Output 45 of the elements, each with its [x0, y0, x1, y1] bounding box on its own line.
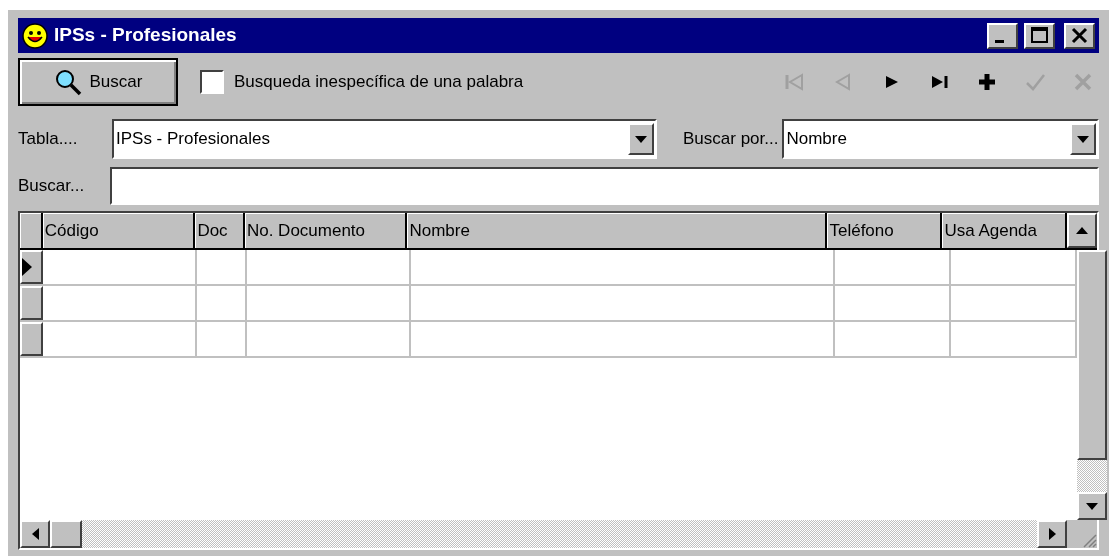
smiley-icon — [22, 22, 48, 49]
scroll-right-button[interactable] — [1037, 520, 1067, 548]
maximize-icon — [1029, 25, 1050, 46]
search-button[interactable]: Buscar — [18, 58, 178, 106]
checkbox-label: Busqueda inespecífica de una palabra — [234, 71, 525, 94]
dropdown-button[interactable] — [628, 123, 654, 155]
dropdown-button[interactable] — [1070, 123, 1096, 155]
field-label: Tabla.... — [18, 128, 79, 151]
right-arrow-icon — [1048, 528, 1056, 540]
scroll-thumb[interactable] — [1077, 250, 1107, 460]
column-header[interactable]: Usa Agenda — [942, 213, 1068, 248]
caret-icon — [1077, 135, 1089, 143]
minimize-icon — [995, 40, 1004, 43]
checkbox[interactable] — [200, 70, 224, 94]
left-arrow-icon — [31, 528, 39, 540]
close-button[interactable] — [1064, 22, 1095, 49]
column-header[interactable]: Código — [42, 213, 196, 248]
close-icon — [1069, 25, 1090, 46]
current-row-icon — [22, 258, 32, 276]
window-title: IPSs - Profesionales — [54, 23, 238, 48]
scroll-left-button[interactable] — [20, 520, 50, 548]
search-by-dropdown[interactable]: Nombre — [782, 119, 1099, 159]
column-header[interactable]: Teléfono — [827, 213, 943, 248]
resize-grip-icon — [1081, 532, 1097, 548]
table-dropdown[interactable]: IPSs - Profesionales — [112, 119, 657, 159]
search-icon — [53, 68, 82, 96]
field-label: Buscar por... — [683, 128, 779, 151]
column-header[interactable]: Doc — [195, 213, 245, 248]
minimize-button[interactable] — [987, 22, 1018, 49]
column-header[interactable]: Nombre — [407, 213, 828, 248]
scroll-thumb[interactable] — [50, 520, 82, 548]
caret-icon — [635, 135, 647, 143]
field-label: Buscar... — [18, 175, 86, 198]
column-header[interactable]: No. Documento — [244, 213, 408, 248]
row-indicator[interactable] — [20, 286, 43, 320]
search-field[interactable] — [110, 167, 1099, 205]
vertical-scrollbar[interactable] — [1077, 250, 1107, 520]
scroll-up-button[interactable] — [1067, 213, 1097, 248]
maximize-button[interactable] — [1024, 22, 1055, 49]
scroll-down-button[interactable] — [1077, 492, 1107, 520]
up-arrow-icon — [1076, 227, 1089, 234]
row-indicator[interactable] — [20, 250, 43, 284]
row-indicator[interactable] — [20, 322, 43, 356]
resize-grip[interactable] — [1067, 520, 1097, 548]
down-arrow-icon — [1086, 502, 1098, 510]
